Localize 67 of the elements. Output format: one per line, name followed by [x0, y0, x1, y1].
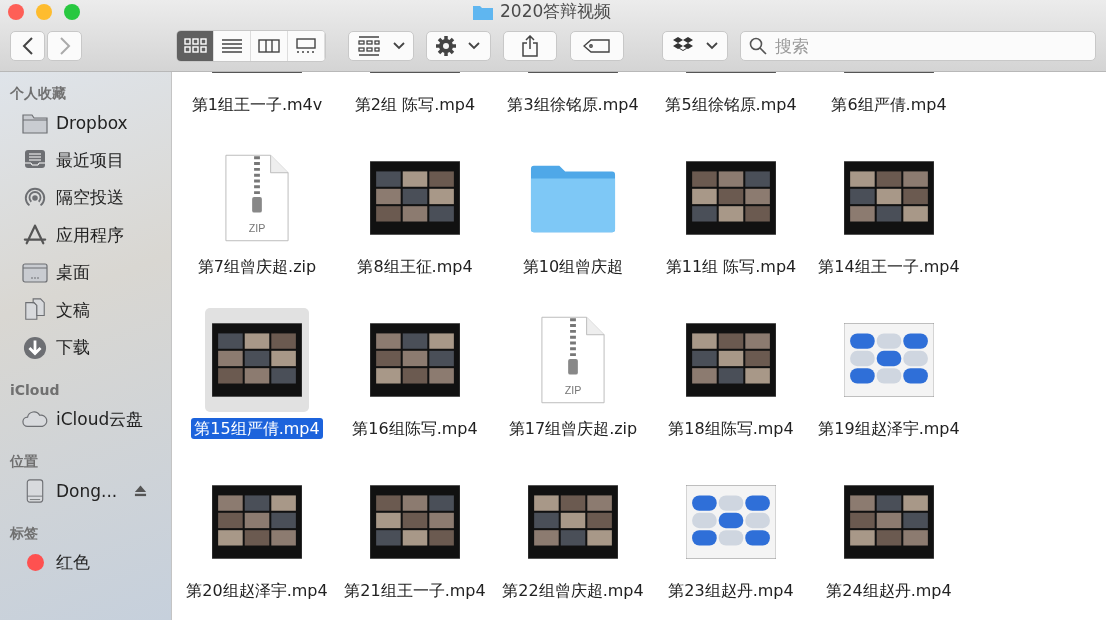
- section-heading: 位置: [9, 452, 39, 471]
- file-name[interactable]: 第7组曾庆超.zip: [194, 256, 320, 277]
- sidebar-item[interactable]: 应用程序: [0, 216, 171, 254]
- chevron-down-icon: [468, 42, 481, 50]
- section-heading: 个人收藏: [9, 84, 67, 103]
- chevron-left-icon: [21, 36, 34, 56]
- search-field[interactable]: 搜索: [740, 31, 1097, 61]
- file-name[interactable]: 第19组赵泽宇.mp4: [815, 418, 963, 439]
- sidebar-item[interactable]: 红色: [0, 543, 171, 581]
- close-button[interactable]: [8, 4, 24, 20]
- share-button[interactable]: [503, 31, 558, 61]
- file-name[interactable]: 第23组赵丹.mp4: [665, 580, 797, 601]
- file-name[interactable]: 第10组曾庆超: [519, 256, 627, 277]
- dropbox-button[interactable]: [662, 31, 729, 61]
- columns-view-button[interactable]: [250, 31, 288, 61]
- file-name[interactable]: 第2组 陈写.mp4: [351, 94, 479, 115]
- documents-icon: [22, 298, 48, 323]
- action-button[interactable]: [425, 31, 492, 61]
- zip-file-icon[interactable]: ZIP: [539, 316, 607, 404]
- file-name[interactable]: 第8组王征.mp4: [354, 256, 476, 277]
- file-name[interactable]: 第15组严倩.mp4: [191, 418, 323, 439]
- share-icon: [521, 35, 540, 57]
- gallery-view-icon: [293, 37, 318, 55]
- file-name[interactable]: 第18组陈写.mp4: [665, 418, 797, 439]
- back-button[interactable]: [10, 31, 45, 61]
- arrange-button[interactable]: [347, 31, 414, 61]
- file-name[interactable]: 第5组徐铭原.mp4: [662, 94, 800, 115]
- window-title: 2020答辩视频: [500, 0, 612, 23]
- sidebar-item[interactable]: 桌面: [0, 254, 171, 292]
- gear-icon: [436, 36, 457, 56]
- file-name[interactable]: 第24组赵丹.mp4: [823, 580, 955, 601]
- sidebar-item[interactable]: 最近项目: [0, 141, 171, 179]
- chevron-down-icon: [706, 42, 719, 50]
- sidebar-item[interactable]: Dropbox: [0, 104, 171, 142]
- columns-view-icon: [256, 37, 281, 55]
- tag-button[interactable]: [570, 31, 625, 61]
- file-name[interactable]: 第17组曾庆超.zip: [505, 418, 641, 439]
- sidebar-item[interactable]: 下载: [0, 329, 171, 367]
- eject-icon[interactable]: [134, 484, 147, 497]
- section-heading: iCloud: [9, 380, 61, 400]
- desktop-icon: [22, 260, 48, 285]
- gallery-view-button[interactable]: [287, 31, 325, 61]
- grid-icon: [356, 36, 381, 56]
- file-name[interactable]: 第20组赵泽宇.mp4: [183, 580, 331, 601]
- file-name[interactable]: 第22组曾庆超.mp4: [499, 580, 647, 601]
- chevron-right-icon: [58, 36, 71, 56]
- chevron-down-icon: [392, 42, 405, 50]
- file-name[interactable]: 第6组严倩.mp4: [828, 94, 950, 115]
- file-name[interactable]: 第3组徐铭原.mp4: [504, 94, 642, 115]
- section-heading: 标签: [9, 523, 39, 543]
- sidebar-item[interactable]: iCloud云盘: [0, 400, 171, 438]
- tag-icon: [583, 38, 612, 54]
- list-view-icon: [219, 37, 244, 55]
- sidebar-item[interactable]: 文稿: [0, 291, 171, 329]
- sidebar-item[interactable]: 隔空投送: [0, 179, 171, 217]
- search-icon: [749, 37, 768, 55]
- file-name[interactable]: 第16组陈写.mp4: [349, 418, 481, 439]
- icons-view-icon: [182, 37, 207, 55]
- sidebar-item[interactable]: Dong...: [0, 472, 171, 510]
- download-icon: [22, 335, 48, 360]
- file-name[interactable]: 第21组王一子.mp4: [341, 580, 489, 601]
- file-name[interactable]: 第11组 陈写.mp4: [662, 256, 800, 277]
- icons-view-button[interactable]: [177, 31, 214, 61]
- list-view-button[interactable]: [213, 31, 251, 61]
- file-name[interactable]: 第1组王一子.m4v: [188, 94, 326, 115]
- file-name[interactable]: 第14组王一子.mp4: [815, 256, 963, 277]
- zip-file-icon[interactable]: ZIP: [223, 154, 291, 242]
